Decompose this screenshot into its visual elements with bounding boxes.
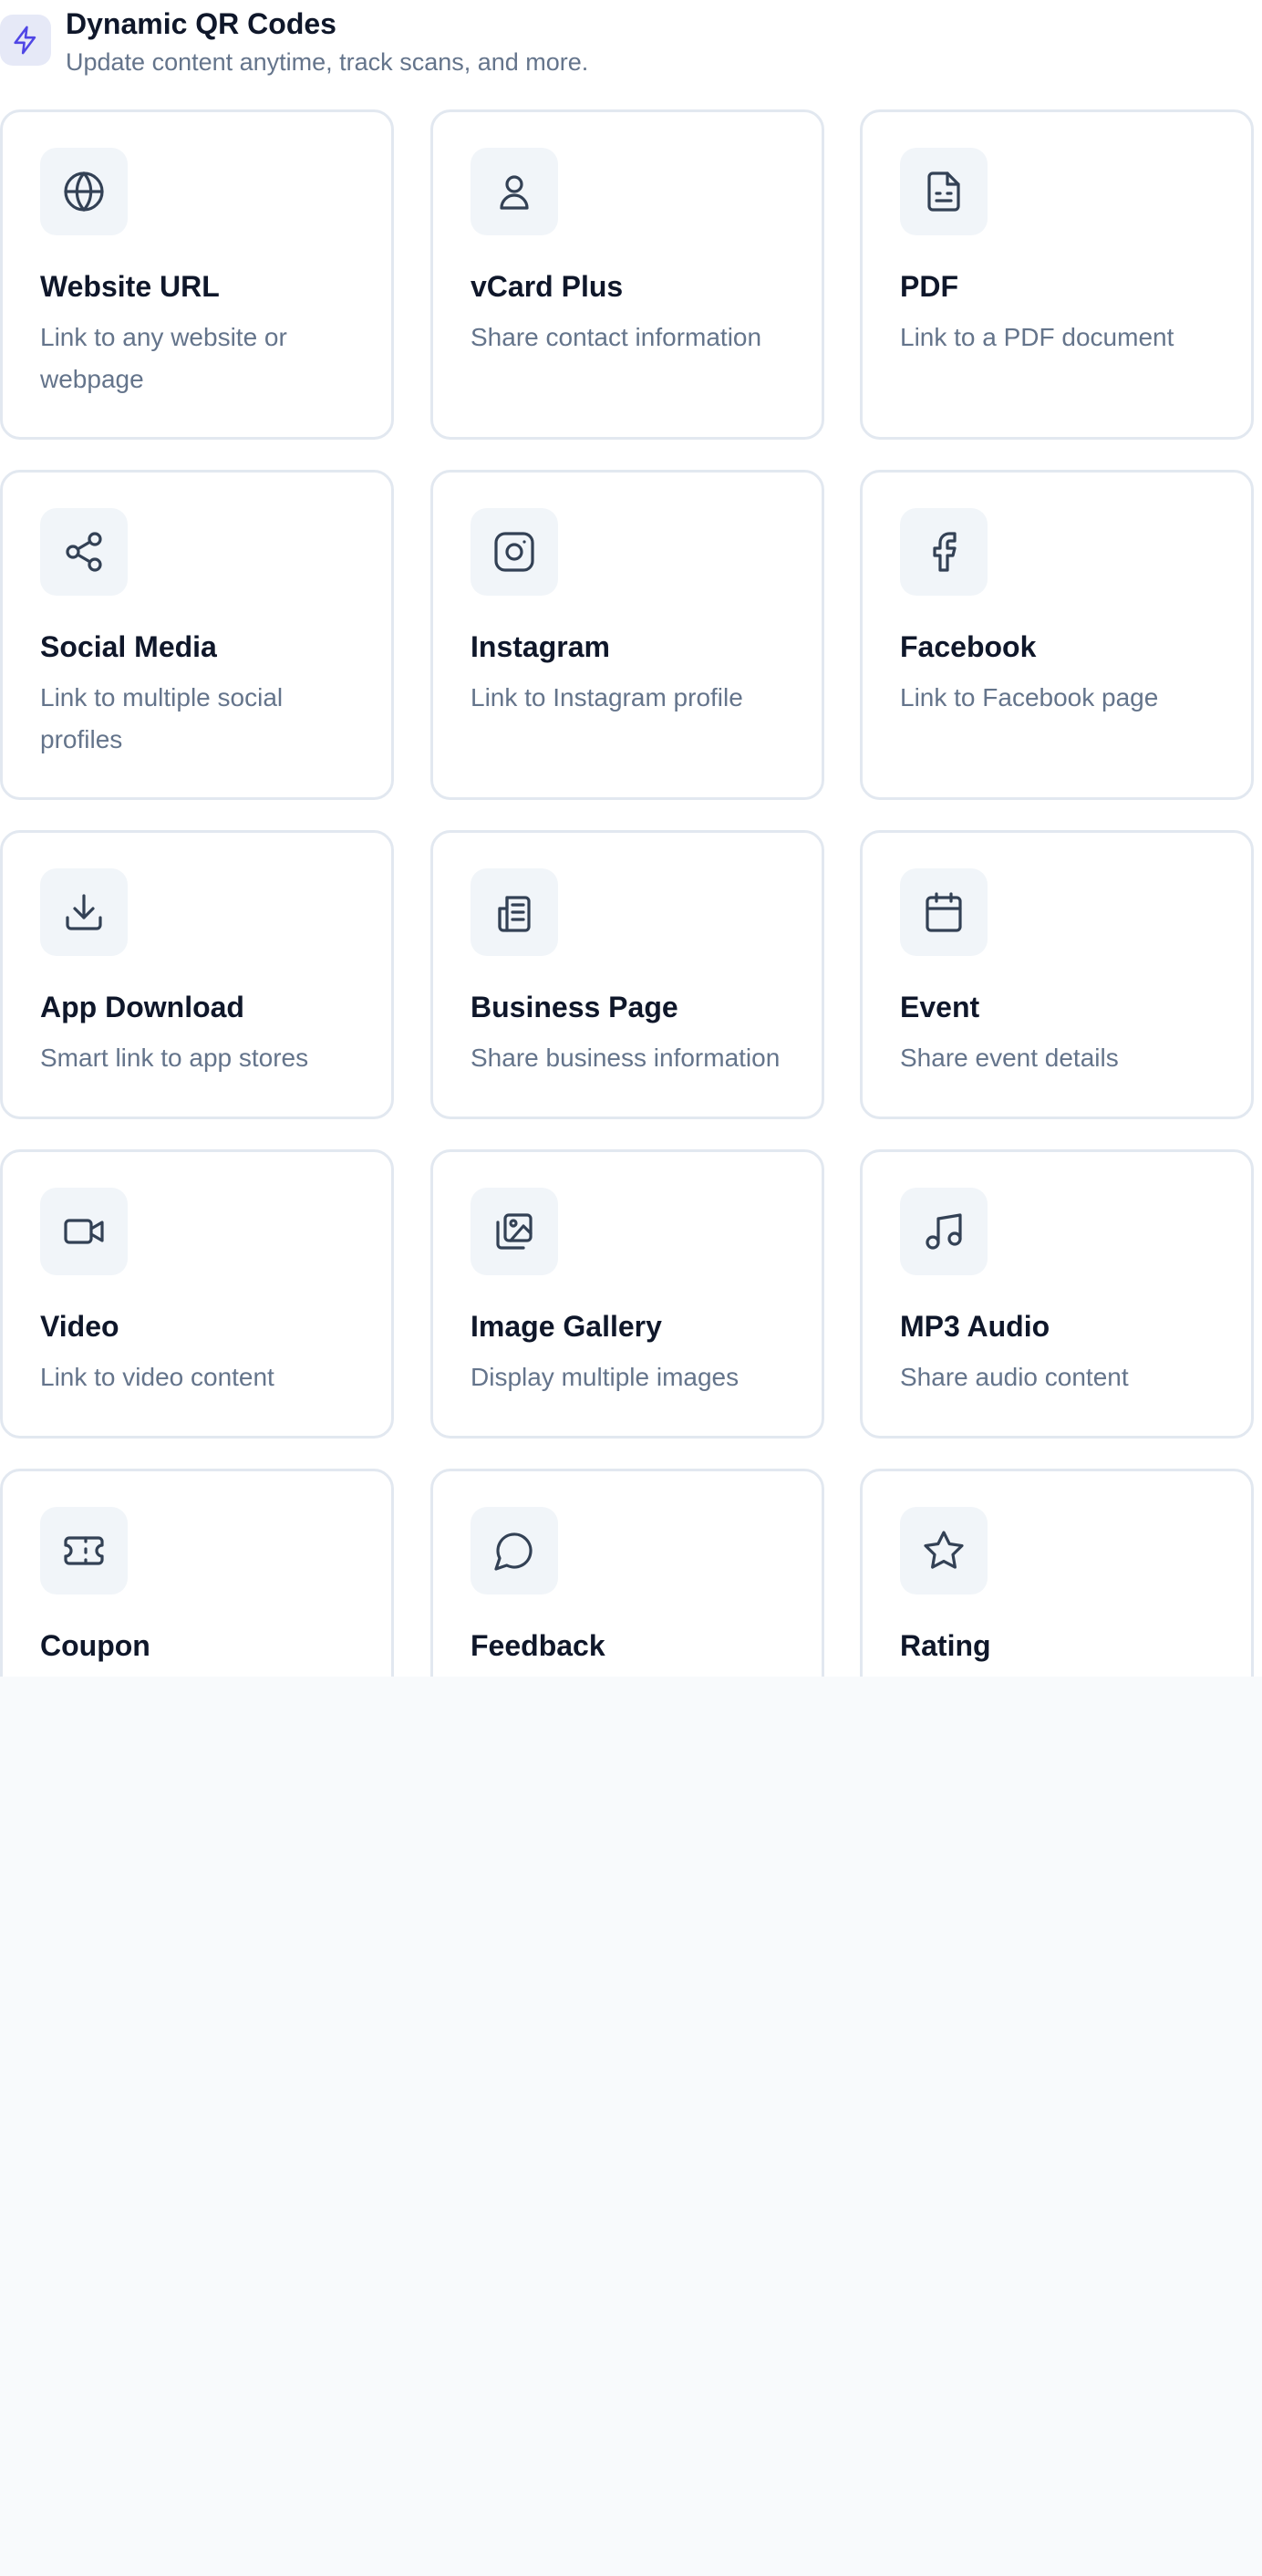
section-subtitle: Update content anytime, track scans, and… (66, 48, 589, 76)
card-title: Video (40, 1310, 119, 1343)
section-title: Dynamic QR Codes (66, 7, 336, 40)
card-description: Display multiple images (471, 1363, 740, 1391)
star-icon (900, 1507, 988, 1594)
share-icon (40, 508, 128, 596)
facebook-icon (900, 508, 988, 596)
message-icon (471, 1507, 558, 1594)
qr-type-card-app-download[interactable]: App Download Smart link to app stores (0, 830, 394, 1119)
qr-type-card-vcard-plus[interactable]: vCard Plus Share contact information (430, 109, 824, 440)
newspaper-icon (471, 868, 558, 956)
card-title: Coupon (40, 1629, 150, 1662)
section-header: Dynamic QR Codes Update content anytime,… (0, 0, 1262, 100)
qr-type-card-facebook[interactable]: Facebook Link to Facebook page (860, 470, 1254, 800)
qr-type-panel: Dynamic QR Codes Update content anytime,… (0, 0, 1262, 1677)
qr-type-card-feedback[interactable]: Feedback (430, 1469, 824, 1677)
video-icon (40, 1188, 128, 1275)
lightning-icon (0, 15, 51, 66)
card-description: Share business information (471, 1044, 781, 1072)
card-title: Website URL (40, 270, 220, 303)
qr-type-card-business-page[interactable]: Business Page Share business information (430, 830, 824, 1119)
card-title: PDF (900, 270, 958, 303)
globe-icon (40, 148, 128, 235)
ticket-icon (40, 1507, 128, 1594)
card-description: Link to Facebook page (900, 683, 1159, 712)
card-description: Link to multiple social profiles (40, 683, 284, 753)
document-icon (900, 148, 988, 235)
qr-type-card-pdf[interactable]: PDF Link to a PDF document (860, 109, 1254, 440)
card-description: Share event details (900, 1044, 1119, 1072)
card-title: Social Media (40, 630, 217, 663)
qr-type-card-social-media[interactable]: Social Media Link to multiple social pro… (0, 470, 394, 800)
card-description: Share contact information (471, 323, 762, 351)
card-title: App Download (40, 991, 244, 1023)
card-description: Link to any website or webpage (40, 323, 287, 393)
card-title: Business Page (471, 991, 678, 1023)
card-description: Smart link to app stores (40, 1044, 309, 1072)
qr-type-card-mp3-audio[interactable]: MP3 Audio Share audio content (860, 1149, 1254, 1439)
card-description: Link to Instagram profile (471, 683, 743, 712)
card-description: Link to video content (40, 1363, 274, 1391)
music-icon (900, 1188, 988, 1275)
qr-type-card-rating[interactable]: Rating (860, 1469, 1254, 1677)
qr-type-card-website-url[interactable]: Website URL Link to any website or webpa… (0, 109, 394, 440)
card-title: Event (900, 991, 980, 1023)
user-icon (471, 148, 558, 235)
qr-type-card-event[interactable]: Event Share event details (860, 830, 1254, 1119)
calendar-icon (900, 868, 988, 956)
card-title: Rating (900, 1629, 991, 1662)
card-title: Feedback (471, 1629, 605, 1662)
image-gallery-icon (471, 1188, 558, 1275)
card-description: Share audio content (900, 1363, 1129, 1391)
instagram-icon (471, 508, 558, 596)
download-icon (40, 868, 128, 956)
qr-type-card-instagram[interactable]: Instagram Link to Instagram profile (430, 470, 824, 800)
card-title: MP3 Audio (900, 1310, 1050, 1343)
qr-type-card-coupon[interactable]: Coupon (0, 1469, 394, 1677)
card-title: Image Gallery (471, 1310, 662, 1343)
qr-type-card-video[interactable]: Video Link to video content (0, 1149, 394, 1439)
card-title: Facebook (900, 630, 1037, 663)
card-title: vCard Plus (471, 270, 624, 303)
qr-type-card-image-gallery[interactable]: Image Gallery Display multiple images (430, 1149, 824, 1439)
card-title: Instagram (471, 630, 610, 663)
card-description: Link to a PDF document (900, 323, 1174, 351)
